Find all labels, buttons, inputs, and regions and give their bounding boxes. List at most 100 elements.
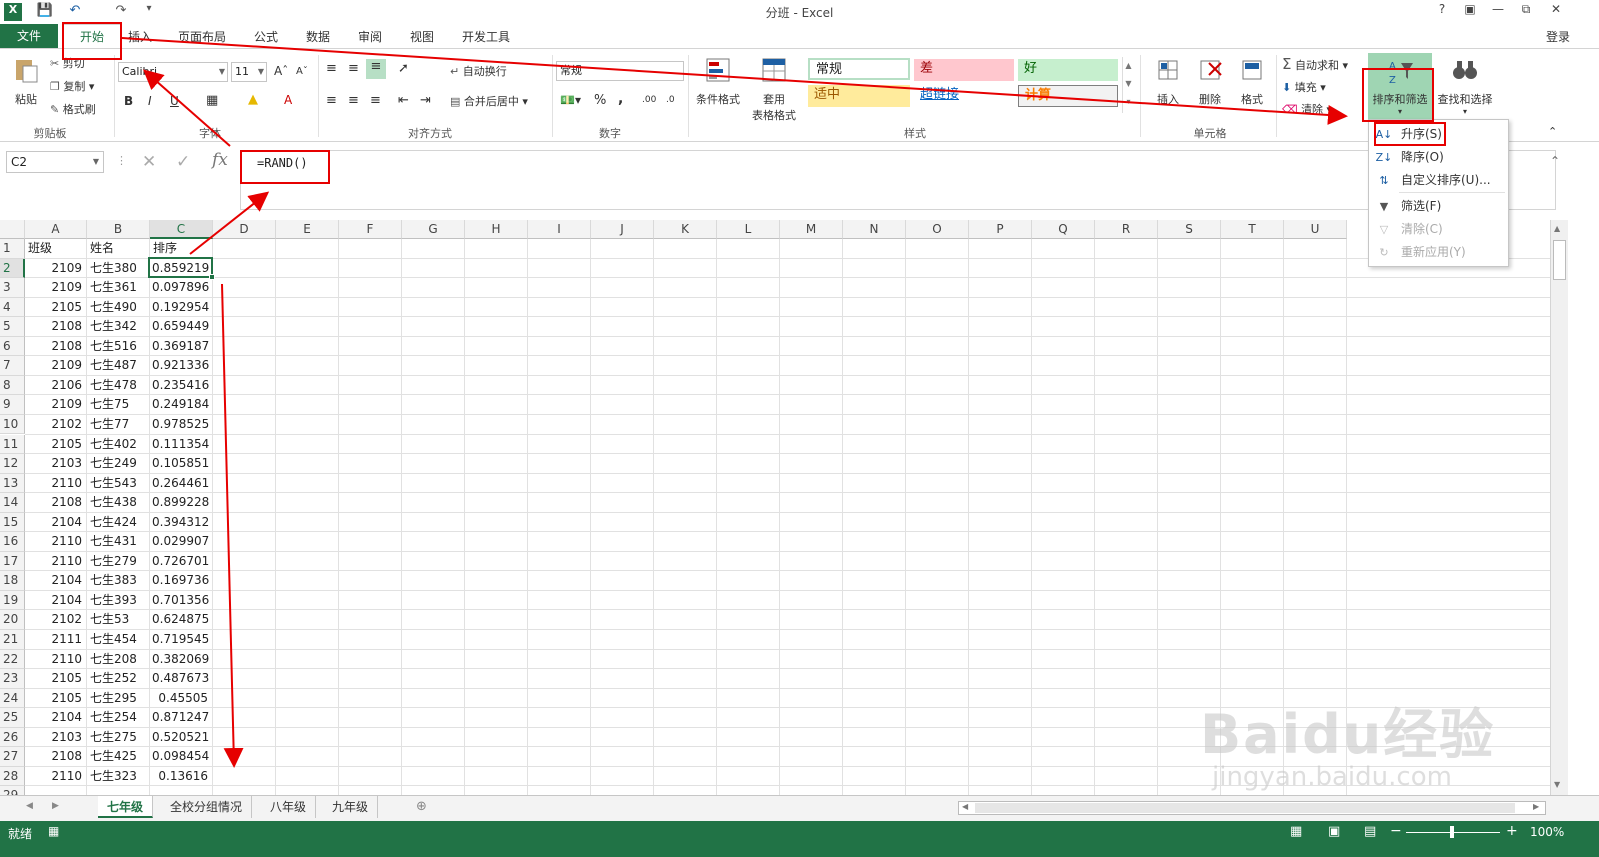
cell-class[interactable]: 2103 <box>27 728 85 747</box>
h-scrollbar-thumb[interactable] <box>975 803 1515 813</box>
menu-item-sort-descending[interactable]: Z↓ 降序(O) <box>1369 146 1508 169</box>
cell-sort-key[interactable]: 0.978525 <box>152 415 211 434</box>
next-sheet-icon[interactable]: ▶ <box>52 801 59 811</box>
cell-class[interactable]: 2104 <box>27 708 85 727</box>
column-header-i[interactable]: I <box>528 220 591 239</box>
cell-class[interactable]: 2106 <box>27 376 85 395</box>
vertical-scrollbar[interactable]: ▲ ▼ <box>1550 220 1568 795</box>
cell-name[interactable]: 七生53 <box>89 610 148 629</box>
zoom-slider-thumb[interactable] <box>1450 826 1454 838</box>
cell-name[interactable]: 七生275 <box>89 728 148 747</box>
minimize-icon[interactable]: — <box>1486 2 1510 20</box>
align-top-icon[interactable]: ≡ <box>326 61 337 76</box>
style-calculation[interactable]: 计算 <box>1018 85 1118 107</box>
cell-sort-key[interactable]: 0.701356 <box>152 591 211 610</box>
row-header[interactable]: 21 <box>0 630 25 650</box>
formula-input[interactable]: =RAND() <box>240 150 1556 210</box>
format-as-table-button[interactable]: 套用 表格格式 <box>746 55 802 123</box>
orientation-icon[interactable]: ➚ <box>398 61 409 76</box>
cell-sort-key[interactable]: 0.192954 <box>152 298 211 317</box>
cell-class[interactable]: 2109 <box>27 395 85 414</box>
cell-sort-key[interactable]: 0.098454 <box>152 747 211 766</box>
cell-name[interactable]: 七生295 <box>89 689 148 708</box>
cell-sort-key[interactable]: 0.249184 <box>152 395 211 414</box>
cell-name[interactable]: 七生438 <box>89 493 148 512</box>
menu-item-reapply[interactable]: ↻ 重新应用(Y) <box>1369 241 1508 264</box>
cell-class[interactable]: 2108 <box>27 337 85 356</box>
percent-button[interactable]: % <box>594 93 606 108</box>
fill-button[interactable]: ⬇ 填充 ▾ <box>1282 79 1326 95</box>
cell-sort-key[interactable]: 0.45505 <box>152 689 211 708</box>
menu-item-clear[interactable]: ▽ 清除(C) <box>1369 218 1508 241</box>
ribbon-display-icon[interactable]: ▣ <box>1458 2 1482 20</box>
cell-name[interactable]: 七生487 <box>89 356 148 375</box>
cancel-icon[interactable]: ✕ <box>142 152 156 172</box>
cell-name[interactable]: 七生424 <box>89 513 148 532</box>
cell-name[interactable]: 七生342 <box>89 317 148 336</box>
zoom-level[interactable]: 100% <box>1530 825 1564 839</box>
conditional-format-button[interactable]: 条件格式 <box>692 55 744 107</box>
cell-name[interactable]: 七生516 <box>89 337 148 356</box>
scroll-down-icon[interactable]: ▼ <box>1554 780 1560 789</box>
column-header-q[interactable]: Q <box>1032 220 1095 239</box>
cell-class[interactable]: 2108 <box>27 317 85 336</box>
borders-icon[interactable]: ▦ <box>206 93 218 108</box>
cell-name[interactable]: 七生393 <box>89 591 148 610</box>
column-header-a[interactable]: A <box>25 220 87 239</box>
horizontal-scrollbar[interactable]: ◀ ▶ <box>958 801 1546 815</box>
zoom-out-icon[interactable]: − <box>1390 823 1402 839</box>
cell-class[interactable]: 2105 <box>27 669 85 688</box>
row-header[interactable]: 20 <box>0 610 25 630</box>
cell-name[interactable]: 七生402 <box>89 435 148 454</box>
style-bad[interactable]: 差 <box>914 59 1014 81</box>
row-header[interactable]: 2 <box>0 258 25 279</box>
scrollbar-thumb[interactable] <box>1553 240 1566 280</box>
cell-class[interactable]: 2109 <box>27 278 85 297</box>
cell-name[interactable]: 七生361 <box>89 278 148 297</box>
column-header-m[interactable]: M <box>780 220 843 239</box>
cell-name[interactable]: 七生380 <box>89 259 148 278</box>
column-header-d[interactable]: D <box>213 220 276 239</box>
row-header[interactable]: 3 <box>0 278 25 298</box>
column-header-r[interactable]: R <box>1095 220 1158 239</box>
decrease-indent-icon[interactable]: ⇤ <box>398 93 409 108</box>
increase-decimal-icon[interactable]: .00 <box>642 95 656 105</box>
fill-color-icon[interactable]: ▲ <box>248 92 258 107</box>
style-neutral[interactable]: 适中 <box>808 85 910 107</box>
cell-name[interactable]: 七生77 <box>89 415 148 434</box>
cell-name[interactable]: 七生323 <box>89 767 148 786</box>
cell-class[interactable]: 2109 <box>27 356 85 375</box>
column-header-f[interactable]: F <box>339 220 402 239</box>
close-icon[interactable]: ✕ <box>1544 2 1568 20</box>
normal-view-icon[interactable]: ▦ <box>1290 824 1302 839</box>
format-cells-button[interactable]: 格式 <box>1232 55 1272 107</box>
cell-sort-key[interactable]: 0.520521 <box>152 728 211 747</box>
cell-sort-key[interactable]: 0.369187 <box>152 337 211 356</box>
underline-button[interactable]: U <box>170 94 179 108</box>
paste-button[interactable]: 粘贴 <box>8 55 44 107</box>
cell-name[interactable]: 七生279 <box>89 552 148 571</box>
cell-class[interactable]: 2111 <box>27 630 85 649</box>
name-box[interactable]: C2 ▼ <box>6 151 104 173</box>
decrease-decimal-icon[interactable]: .0 <box>666 95 675 105</box>
column-header-k[interactable]: K <box>654 220 717 239</box>
cell-name[interactable]: 七生254 <box>89 708 148 727</box>
scroll-left-icon[interactable]: ◀ <box>962 802 968 811</box>
cell-name[interactable]: 七生543 <box>89 474 148 493</box>
cell-class[interactable]: 2104 <box>27 571 85 590</box>
column-header-b[interactable]: B <box>87 220 150 239</box>
cell-class[interactable]: 2109 <box>27 259 85 278</box>
column-header-c[interactable]: C <box>150 220 213 239</box>
scroll-right-icon[interactable]: ▶ <box>1533 802 1539 811</box>
row-header[interactable]: 16 <box>0 532 25 552</box>
row-header[interactable]: 15 <box>0 512 25 533</box>
row-header[interactable]: 23 <box>0 669 25 689</box>
copy-button[interactable]: ❐ 复制 ▾ <box>50 78 94 94</box>
row-header[interactable]: 7 <box>0 356 25 376</box>
cell-class[interactable]: 2102 <box>27 415 85 434</box>
cell-sort-key[interactable]: 0.871247 <box>152 708 211 727</box>
tab-file[interactable]: 文件 <box>0 24 58 48</box>
cell-class[interactable]: 2104 <box>27 513 85 532</box>
font-name-combo[interactable]: Calibri ▼ <box>118 62 228 82</box>
align-center-icon[interactable]: ≡ <box>348 93 359 108</box>
